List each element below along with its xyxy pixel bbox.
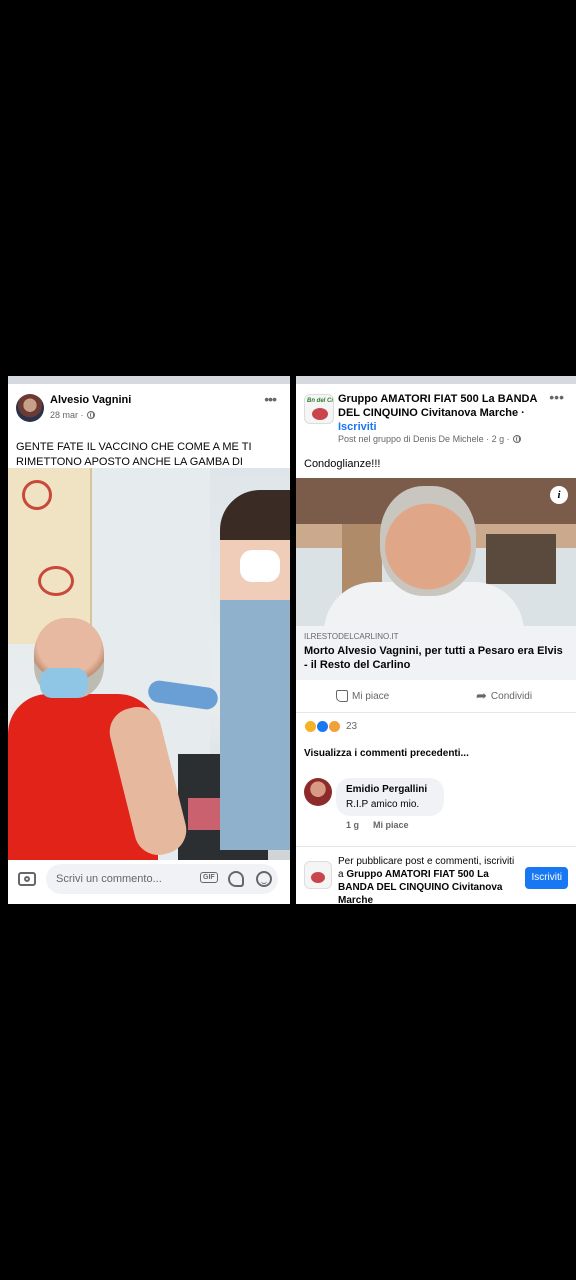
window: [486, 534, 556, 584]
join-prompt: Per pubblicare post e commenti, iscrivit…: [338, 855, 518, 904]
reactions[interactable]: 23: [304, 720, 357, 733]
link-domain: ILRESTODELCARLINO.IT: [304, 632, 399, 641]
group-avatar[interactable]: [304, 394, 334, 424]
nurse-figure: [220, 490, 290, 850]
share-label: Condividi: [490, 690, 533, 702]
thumbs-up-icon: [336, 690, 348, 702]
group-avatar: [304, 861, 332, 889]
more-options-icon[interactable]: •••: [264, 392, 277, 406]
like-label: Mi piace: [352, 690, 390, 702]
gif-icon[interactable]: GIF: [200, 872, 218, 883]
action-bar: Mi piace ➦ Condividi: [296, 682, 576, 713]
post-header: Alvesio Vagnini 28 mar · •••: [8, 384, 290, 428]
wall-poster: [8, 468, 92, 644]
join-bar: Per pubblicare post e commenti, iscrivit…: [296, 846, 576, 904]
globe-icon: [512, 435, 521, 443]
commenter-name[interactable]: Emidio Pergallini: [346, 784, 427, 795]
left-post-screenshot: Alvesio Vagnini 28 mar · ••• GENTE FATE …: [8, 376, 290, 904]
link-title[interactable]: Morto Alvesio Vagnini, per tutti a Pesar…: [304, 644, 568, 672]
sticker-icon[interactable]: [228, 871, 244, 887]
link-preview-photo[interactable]: i: [296, 478, 576, 626]
face-mask: [40, 668, 88, 698]
group-name[interactable]: Gruppo AMATORI FIAT 500 La BANDA DEL CIN…: [338, 393, 537, 419]
post-text: Condoglianze!!!: [304, 458, 381, 470]
comment-meta: 1 g Mi piace: [346, 820, 409, 830]
post-meta: Post nel gruppo di Denis De Michele · 2 …: [338, 434, 521, 444]
share-button[interactable]: ➦ Condividi: [476, 688, 533, 703]
more-options-icon[interactable]: •••: [549, 390, 564, 404]
avatar[interactable]: [16, 394, 44, 422]
view-previous-comments[interactable]: Visualizza i commenti precedenti...: [304, 748, 469, 759]
top-divider: [8, 376, 290, 384]
join-link[interactable]: Iscriviti: [338, 421, 377, 433]
group-header: Gruppo AMATORI FIAT 500 La BANDA DEL CIN…: [338, 392, 548, 434]
right-post-screenshot: Gruppo AMATORI FIAT 500 La BANDA DEL CIN…: [296, 376, 576, 904]
share-icon: ➦: [476, 688, 487, 703]
post-meta: 28 mar ·: [50, 410, 95, 420]
comment-bar: GIF: [8, 860, 290, 904]
globe-icon: [86, 411, 95, 419]
avatar[interactable]: [304, 778, 332, 806]
care-reaction-icon: [328, 720, 341, 733]
comment-text: R.I.P amico mio.: [346, 799, 420, 810]
info-icon[interactable]: i: [550, 486, 568, 504]
top-divider: [296, 376, 576, 384]
nurse-mask: [240, 550, 280, 582]
like-button[interactable]: Mi piace: [336, 690, 389, 702]
comment-time[interactable]: 1 g: [346, 820, 359, 830]
man-head: [380, 486, 476, 596]
comment-bubble: Emidio Pergallini R.I.P amico mio.: [336, 778, 444, 816]
camera-icon[interactable]: [18, 872, 36, 886]
author-name[interactable]: Alvesio Vagnini: [50, 394, 131, 406]
join-button[interactable]: Iscriviti: [525, 867, 568, 889]
emoji-icon[interactable]: [256, 871, 272, 887]
post-date[interactable]: 28 mar ·: [50, 410, 84, 420]
reaction-count: 23: [346, 721, 358, 732]
join-group-name[interactable]: Gruppo AMATORI FIAT 500 La BANDA DEL CIN…: [338, 869, 502, 904]
post-photo[interactable]: [8, 468, 290, 860]
post-meta-text: Post nel gruppo di Denis De Michele · 2 …: [338, 434, 510, 444]
comment-like-link[interactable]: Mi piace: [373, 820, 409, 830]
link-preview[interactable]: ILRESTODELCARLINO.IT Morto Alvesio Vagni…: [296, 626, 576, 680]
